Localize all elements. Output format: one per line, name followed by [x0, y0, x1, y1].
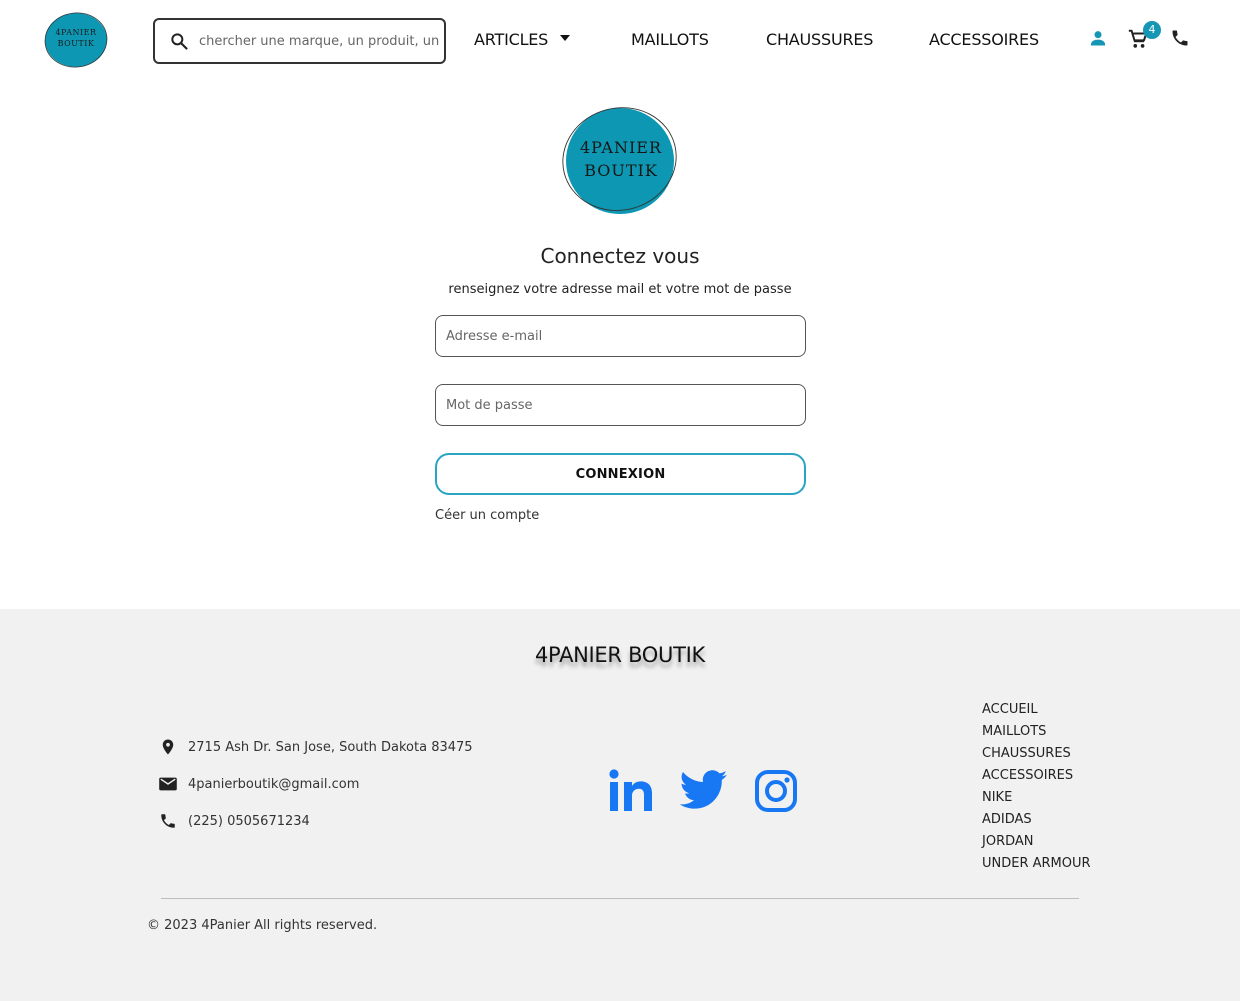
user-icon[interactable]: [1088, 28, 1108, 48]
footer-phone: (225) 0505671234: [158, 811, 310, 831]
login-title: Connectez vous: [540, 244, 700, 268]
linkedin-icon[interactable]: [609, 769, 653, 813]
create-account-link[interactable]: Céer un compte: [435, 508, 539, 523]
footer-phone-text[interactable]: (225) 0505671234: [188, 814, 310, 829]
password-field[interactable]: [435, 384, 806, 426]
cart-count-badge: 4: [1143, 21, 1161, 39]
search-bar[interactable]: [153, 18, 446, 64]
footer-link-accessoires[interactable]: ACCESSOIRES: [982, 767, 1091, 789]
footer-links: ACCUEIL MAILLOTS CHAUSSURES ACCESSOIRES …: [982, 701, 1091, 877]
nav-maillots[interactable]: MAILLOTS: [631, 30, 709, 49]
chevron-down-icon: [560, 35, 571, 41]
footer-link-adidas[interactable]: ADIDAS: [982, 811, 1091, 833]
svg-text:BOUTIK: BOUTIK: [584, 161, 658, 180]
site-header: 4PANIER BOUTIK ARTICLES MAILLOTS CHAUSSU…: [0, 0, 1240, 82]
login-button[interactable]: CONNEXION: [435, 453, 806, 495]
nav-chaussures[interactable]: CHAUSSURES: [766, 30, 873, 49]
svg-text:BOUTIK: BOUTIK: [58, 39, 95, 48]
mail-icon: [158, 774, 178, 794]
footer-link-accueil[interactable]: ACCUEIL: [982, 701, 1091, 723]
footer-link-chaussures[interactable]: CHAUSSURES: [982, 745, 1091, 767]
phone-icon: [158, 811, 178, 831]
nav-articles[interactable]: ARTICLES: [474, 30, 571, 49]
svg-text:4PANIER: 4PANIER: [55, 28, 97, 37]
search-input[interactable]: [199, 33, 439, 49]
login-subtitle: renseignez votre adresse mail et votre m…: [448, 282, 792, 297]
instagram-icon[interactable]: [754, 769, 798, 813]
copyright-text: © 2023 4Panier All rights reserved.: [147, 918, 378, 933]
svg-text:4PANIER: 4PANIER: [580, 138, 662, 157]
footer-link-maillots[interactable]: MAILLOTS: [982, 723, 1091, 745]
email-field[interactable]: [435, 315, 806, 357]
footer-divider: [161, 898, 1079, 899]
footer-address-text: 2715 Ash Dr. San Jose, South Dakota 8347…: [188, 739, 473, 755]
nav-articles-label: ARTICLES: [474, 30, 549, 49]
brand-logo-large: 4PANIER BOUTIK: [562, 107, 677, 214]
location-pin-icon: [158, 737, 178, 757]
search-icon: [171, 33, 188, 50]
site-footer: 4PANIER BOUTIK 2715 Ash Dr. San Jose, So…: [0, 609, 1240, 1001]
footer-link-nike[interactable]: NIKE: [982, 789, 1091, 811]
footer-link-under-armour[interactable]: UNDER ARMOUR: [982, 855, 1091, 877]
nav-accessoires[interactable]: ACCESSOIRES: [929, 30, 1039, 49]
footer-link-jordan[interactable]: JORDAN: [982, 833, 1091, 855]
footer-email: 4panierboutik@gmail.com: [158, 774, 359, 794]
twitter-icon[interactable]: [680, 769, 728, 813]
brand-logo[interactable]: 4PANIER BOUTIK: [44, 12, 108, 68]
footer-address: 2715 Ash Dr. San Jose, South Dakota 8347…: [158, 737, 473, 757]
footer-title: 4PANIER BOUTIK: [534, 643, 705, 667]
footer-email-text[interactable]: 4panierboutik@gmail.com: [188, 777, 359, 792]
phone-icon[interactable]: [1170, 28, 1190, 48]
